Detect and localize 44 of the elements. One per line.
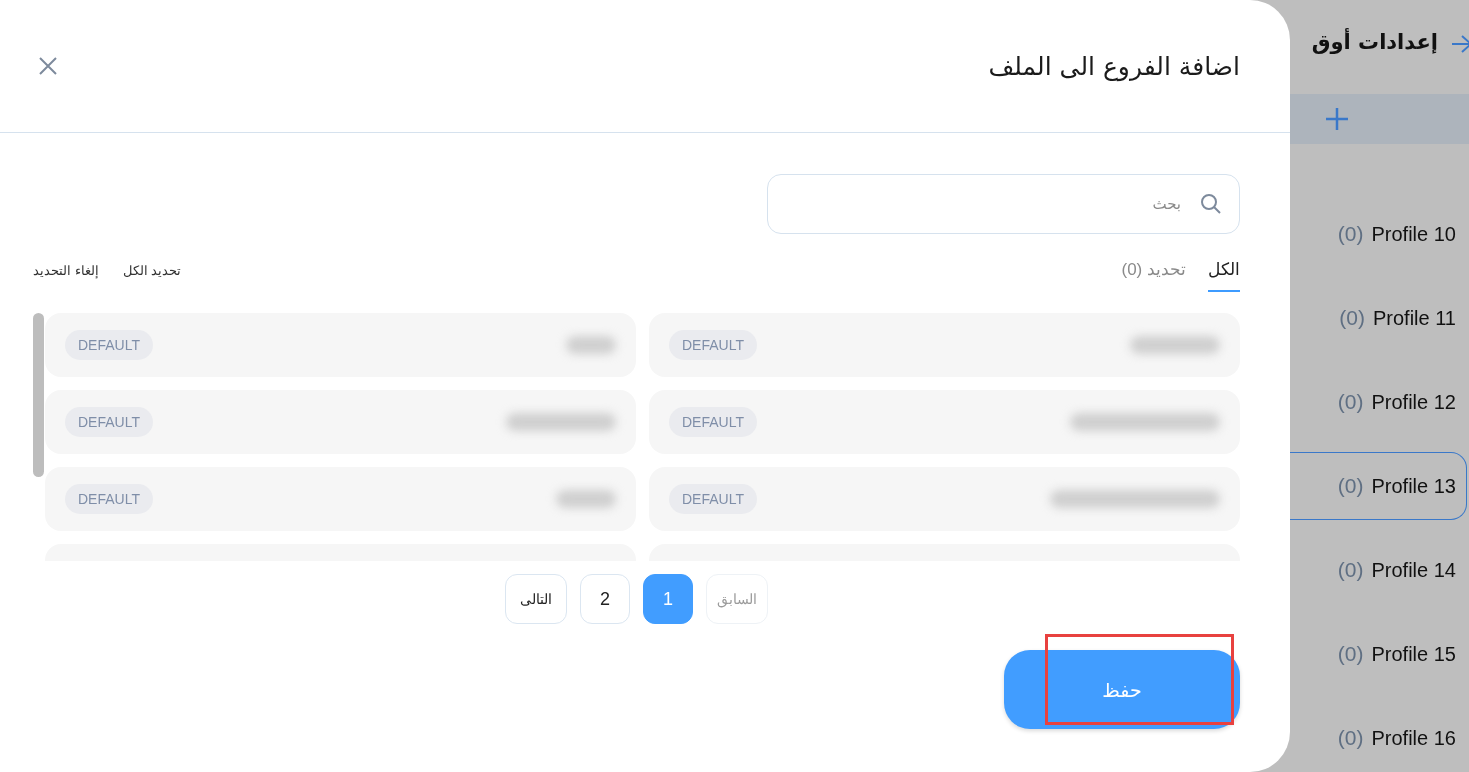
profile-name: Profile 10 [1371,222,1456,246]
profile-count: (0) [1337,222,1364,246]
profile-name: Profile 15 [1371,642,1456,666]
search-icon [1200,193,1222,215]
profile-item[interactable]: (0) Profile 15 [1290,620,1467,688]
profile-name: Profile 16 [1371,726,1456,750]
profile-count: (0) [1337,390,1364,414]
profile-count: (0) [1337,726,1364,750]
search-field[interactable]: بحث [767,174,1240,234]
profile-name: Profile 13 [1371,474,1456,498]
profile-item[interactable]: (0) Profile 10 [1290,200,1467,268]
profile-name: Profile 11 [1373,306,1456,330]
profile-count: (0) [1337,558,1364,582]
tag: DEFAULT [65,330,153,360]
page-button[interactable]: التالى [505,574,567,624]
text-link[interactable]: تحديد الكل [122,263,182,278]
profile-item[interactable]: (0) Profile 13 [1290,452,1467,520]
tag: DEFAULT [65,484,153,514]
scrollbar[interactable] [33,313,44,477]
profile-item[interactable]: (0) Profile 12 [1290,368,1467,436]
redacted-name [556,490,616,508]
close-icon[interactable] [38,56,58,76]
profile-item[interactable]: (0) Profile 11 [1290,284,1467,352]
profile-name: Profile 14 [1371,558,1456,582]
tag: DEFAULT [669,407,757,437]
tag: DEFAULT [65,407,153,437]
profile-count: (0) [1337,474,1364,498]
profile-item[interactable]: (0) Profile 14 [1290,536,1467,604]
page-button[interactable]: 2 [580,574,630,624]
profile-item[interactable]: (0) Profile 16 [1290,704,1467,772]
profile-count: (0) [1337,642,1364,666]
profile-name: Profile 12 [1371,390,1456,414]
arrow-icon[interactable] [1452,34,1469,54]
text-link[interactable]: إلغاء التحديد [33,263,99,278]
plus-icon [1326,108,1348,131]
redacted-name [566,336,616,354]
add-bar[interactable] [1290,94,1469,144]
tab[interactable]: الكل [1208,259,1240,292]
page-title: إعدادات أوق [1311,30,1438,54]
tag: DEFAULT [669,484,757,514]
profile-count: (0) [1339,306,1365,330]
dialog-title: اضافة الفروع الى الملف [988,51,1240,81]
tag: DEFAULT [669,330,757,360]
tab[interactable]: تحديد (0) [1121,259,1186,292]
